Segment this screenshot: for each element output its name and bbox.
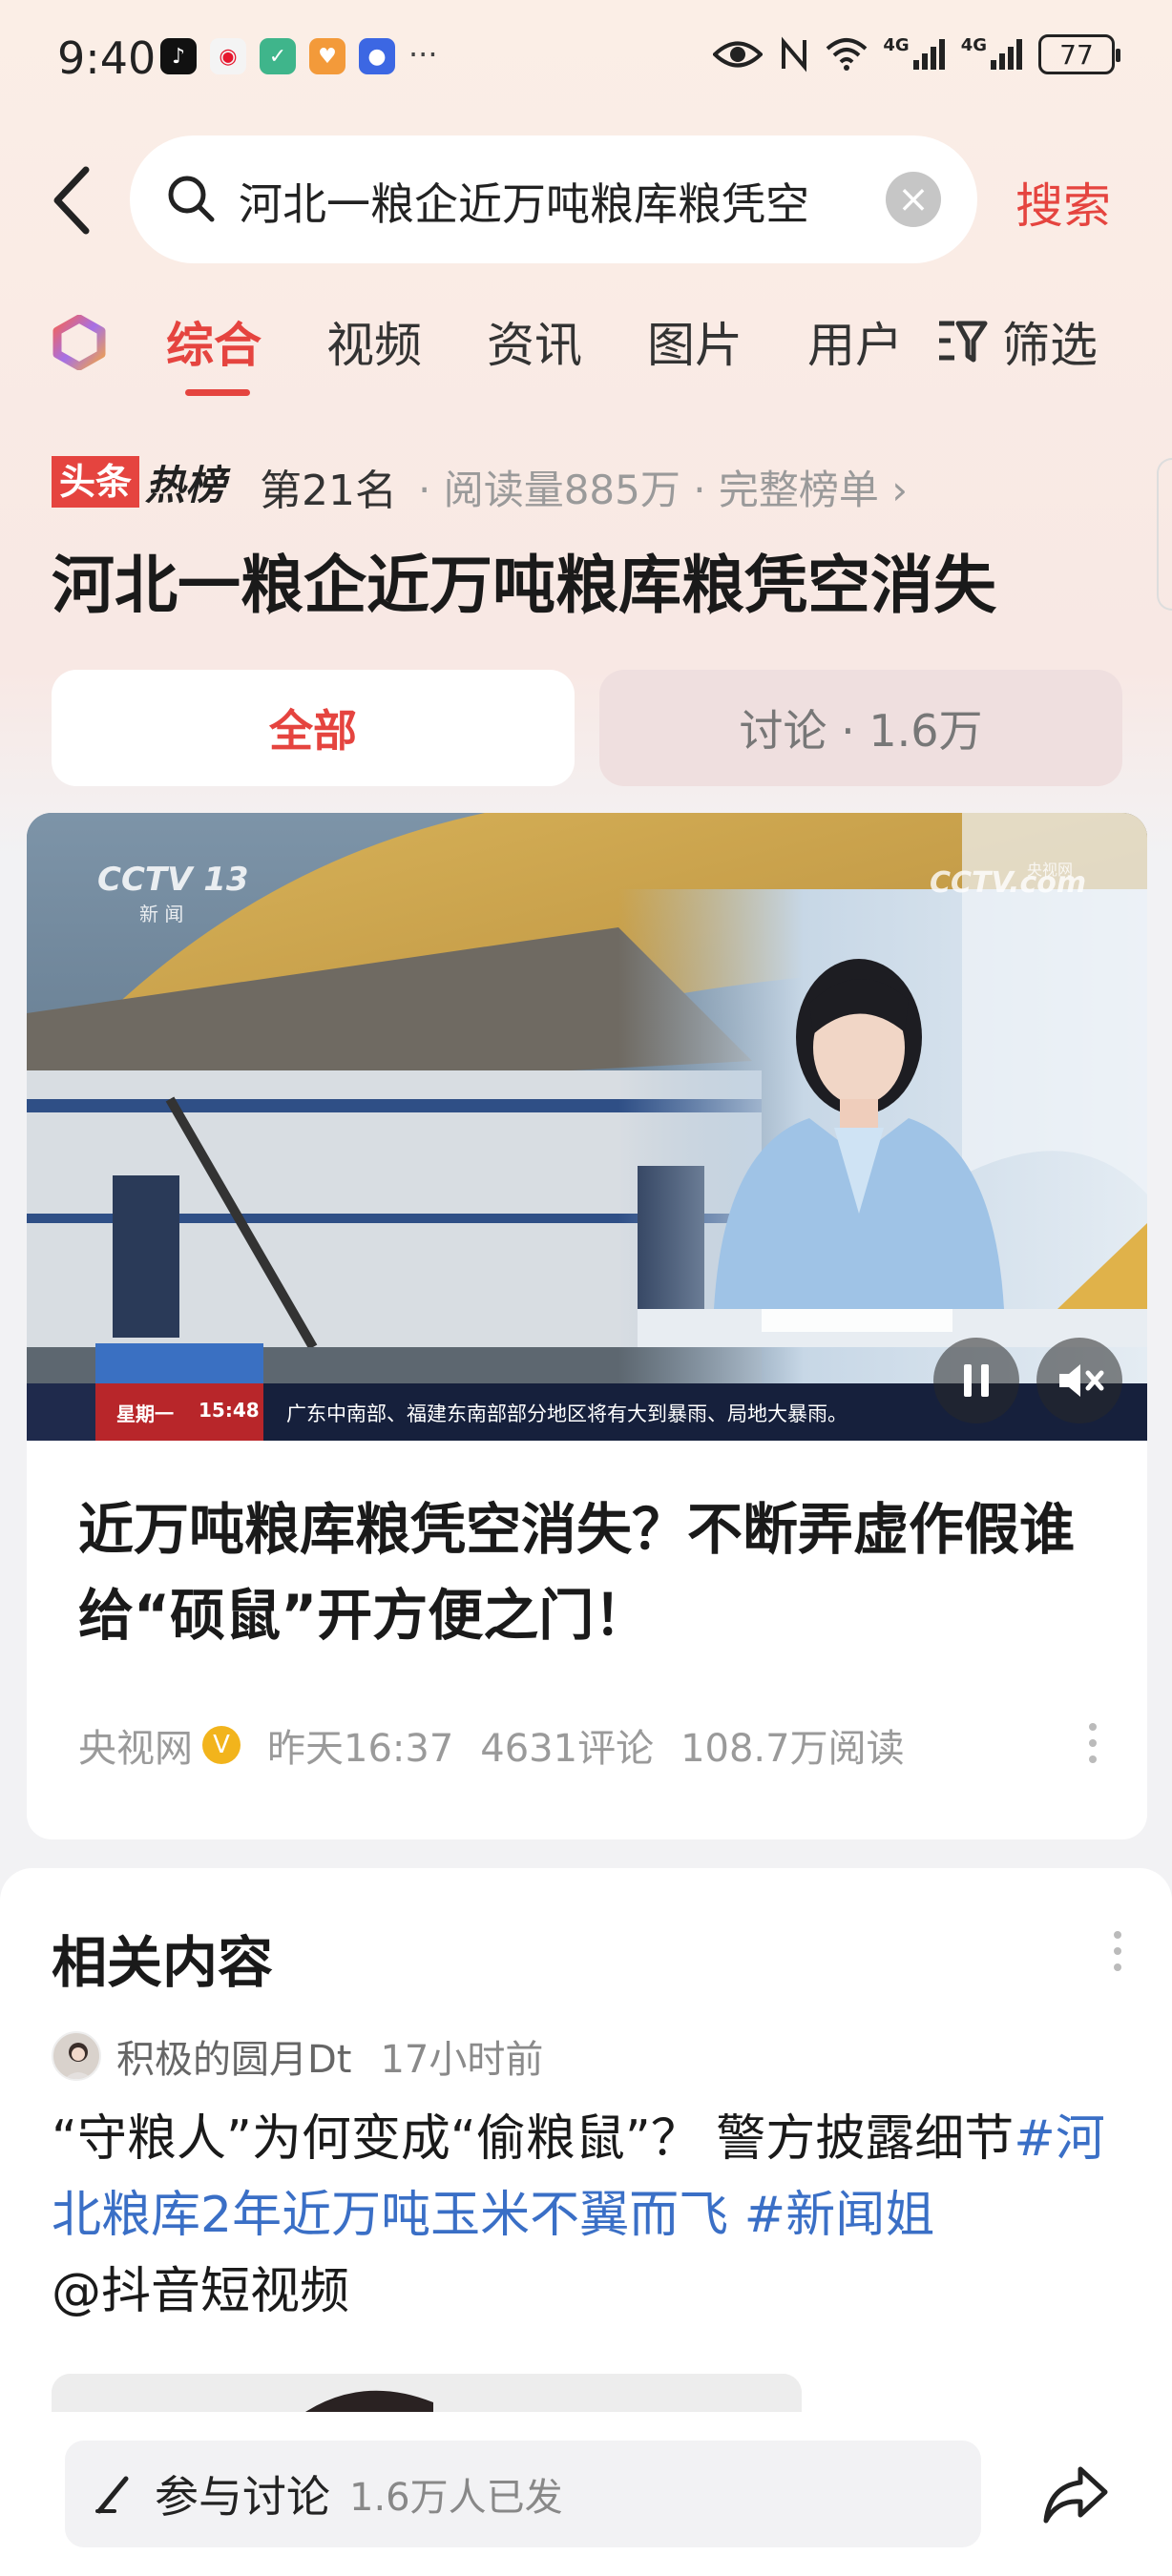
related-post-text[interactable]: “守粮人”为何变成“偷粮鼠”？ 警方披露细节#河北粮库2年近万吨玉米不翼而飞 #…: [52, 2101, 1120, 2330]
search-submit-button[interactable]: 搜索: [1015, 168, 1111, 237]
hot-rank: 第21名: [260, 467, 397, 515]
system-icons: 4G 4G 77: [713, 34, 1120, 74]
pause-icon: [964, 1364, 989, 1397]
avatar-portrait-icon: [64, 2043, 93, 2079]
security-app-icon: ●: [359, 38, 395, 74]
eye-icon: [713, 41, 764, 68]
heart-app-icon: ♥: [309, 38, 345, 74]
share-icon[interactable]: [1040, 2460, 1111, 2530]
tab-users[interactable]: 用户: [807, 307, 903, 376]
active-tab-indicator: [185, 389, 250, 396]
status-bar: 9:40 ♪ ◉ ✓ ♥ ● ··· 4G 4G 77: [0, 0, 1172, 114]
pause-button[interactable]: [933, 1338, 1019, 1423]
tiktok-icon: ♪: [160, 38, 197, 74]
wifi-icon: [827, 38, 868, 71]
article-card[interactable]: CCTV 13 新 闻 CCTV.com 央视网 星期一 15:48 广东中南部…: [27, 813, 1147, 1839]
muted-speaker-icon: [1059, 1364, 1104, 1397]
tab-video[interactable]: 视频: [326, 307, 422, 376]
discuss-count: 1.6万人已发: [349, 2476, 563, 2520]
shield-app-icon: ✓: [260, 38, 296, 74]
related-more-icon[interactable]: [1113, 1927, 1122, 1975]
search-icon: [168, 176, 215, 222]
network-type-b: 4G: [960, 34, 987, 55]
related-author-row[interactable]: 积极的圆月Dt 17小时前: [52, 2028, 543, 2084]
hot-badge-suffix: 热榜: [145, 461, 226, 509]
article-comments: 4631评论: [480, 1727, 655, 1771]
avatar[interactable]: [52, 2031, 101, 2081]
filter-icon: [939, 321, 988, 363]
related-time: 17小时前: [380, 2038, 544, 2082]
more-options-icon[interactable]: [1088, 1719, 1098, 1767]
filter-button[interactable]: 筛选: [935, 307, 1098, 376]
hot-list-badge[interactable]: 头条 热榜: [52, 456, 226, 509]
pen-icon: [95, 2476, 129, 2514]
battery-level: 77: [1059, 38, 1094, 71]
segment-discussion[interactable]: 讨论 · 1.6万: [599, 670, 1122, 786]
search-input[interactable]: 河北一粮企近万吨粮库粮凭空: [239, 170, 888, 229]
battery-indicator: 77: [1038, 34, 1120, 74]
tab-comprehensive[interactable]: 综合: [166, 307, 262, 376]
signal-icon: [912, 39, 945, 70]
back-button[interactable]: [48, 162, 105, 239]
related-author-name[interactable]: 积极的圆月Dt: [116, 2028, 351, 2084]
notification-icons: ♪ ◉ ✓ ♥ ● ···: [160, 38, 438, 74]
mute-button[interactable]: [1036, 1338, 1122, 1423]
related-post-body: “守粮人”为何变成“偷粮鼠”？ 警方披露细节: [52, 2110, 1015, 2168]
news-ticker: 广东中南部、福建东南部部分地区将有大到暴雨、局地大暴雨。: [286, 1402, 848, 1425]
article-meta: 央视网 V 昨天16:37 4631评论 108.7万阅读: [78, 1717, 905, 1773]
article-reads: 108.7万阅读: [680, 1727, 905, 1771]
tab-images[interactable]: 图片: [647, 307, 743, 376]
app-logo-icon[interactable]: [52, 315, 107, 370]
clear-search-button[interactable]: ×: [886, 172, 941, 227]
mention-link[interactable]: @抖音短视频: [52, 2263, 349, 2320]
broadcast-weekday: 星期一: [116, 1402, 174, 1425]
hot-meta-link[interactable]: · 阅读量885万 · 完整榜单 ›: [418, 458, 908, 516]
signal-icon-2: [991, 39, 1022, 70]
more-notifications-icon: ···: [408, 36, 438, 73]
video-player[interactable]: CCTV 13 新 闻 CCTV.com 央视网 星期一 15:48 广东中南部…: [27, 813, 1147, 1441]
article-time: 昨天16:37: [267, 1727, 454, 1771]
hot-badge-prefix: 头条: [52, 456, 140, 508]
article-source[interactable]: 央视网: [78, 1717, 193, 1773]
weibo-icon: ◉: [210, 38, 246, 74]
related-heading: 相关内容: [52, 1930, 274, 1995]
filter-label: 筛选: [1002, 318, 1098, 373]
channel-logo: CCTV 13: [97, 861, 249, 899]
network-type-a: 4G: [883, 34, 910, 55]
bottom-bar: 参与讨论 1.6万人已发: [0, 2412, 1172, 2576]
topic-title: 河北一粮企近万吨粮库粮凭空消失: [52, 549, 996, 622]
discuss-label: 参与讨论: [155, 2471, 330, 2523]
channel-sub: 新 闻: [139, 903, 184, 925]
broadcast-clock: 15:48: [199, 1399, 260, 1422]
segment-all[interactable]: 全部: [52, 670, 575, 786]
search-box[interactable]: 河北一粮企近万吨粮库粮凭空 ×: [130, 135, 977, 263]
discuss-input[interactable]: 参与讨论 1.6万人已发: [65, 2441, 981, 2547]
tab-news[interactable]: 资讯: [487, 307, 582, 376]
site-logo-sub: 央视网: [1027, 861, 1074, 879]
status-time: 9:40: [57, 32, 157, 84]
hashtag-link-2[interactable]: #新闻姐: [744, 2187, 935, 2244]
side-handle[interactable]: [1157, 458, 1172, 611]
verified-badge-icon: V: [202, 1726, 241, 1764]
nfc-icon: [782, 36, 807, 73]
chevron-left-icon: [53, 166, 90, 235]
article-title[interactable]: 近万吨粮库粮凭空消失？不断弄虚作假谁给“硕鼠”开方便之门！: [78, 1486, 1109, 1658]
